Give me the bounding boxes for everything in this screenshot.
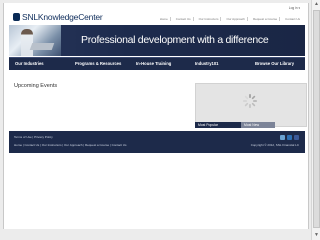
page-frame: SNLKnowledgeCenter Log in▾ Home Contact … bbox=[3, 3, 309, 229]
top-link[interactable]: Request a Course bbox=[251, 17, 281, 21]
top-link[interactable]: Contact Us bbox=[174, 17, 194, 21]
hero-banner: Professional development with a differen… bbox=[9, 25, 305, 56]
twitter-icon[interactable] bbox=[280, 135, 285, 140]
scrollbar-thumb[interactable] bbox=[313, 10, 320, 228]
chevron-down-icon: ▾ bbox=[298, 6, 300, 10]
footer: Terms of Use | Privacy Policy Home | Con… bbox=[9, 131, 305, 153]
nav-item-our-industries[interactable]: Our Industries bbox=[15, 61, 44, 66]
footer-site-links[interactable]: Home | Contact Us | Our Instructors | Ou… bbox=[14, 143, 126, 147]
banner-laptop-image bbox=[29, 43, 55, 50]
logo[interactable]: SNLKnowledgeCenter bbox=[13, 12, 103, 22]
nav-item-in-house-training[interactable]: In-House Training bbox=[136, 61, 171, 66]
top-link[interactable]: Our Approach bbox=[224, 17, 248, 21]
login-link[interactable]: Log in▾ bbox=[289, 6, 300, 10]
linkedin-icon[interactable] bbox=[287, 135, 292, 140]
tab-most-popular[interactable]: Most Popular bbox=[195, 122, 241, 128]
copyright-text: Copyright © 2012, SNL Financial LC bbox=[250, 143, 299, 147]
facebook-icon[interactable] bbox=[294, 135, 299, 140]
banner-photo bbox=[9, 25, 61, 56]
footer-legal-links[interactable]: Terms of Use | Privacy Policy bbox=[14, 135, 53, 139]
tab-most-new[interactable]: Most New bbox=[241, 122, 275, 128]
scroll-down-arrow-icon[interactable]: ▼ bbox=[312, 231, 320, 240]
top-link[interactable]: Our Instructors bbox=[197, 17, 222, 21]
social-links bbox=[280, 135, 299, 140]
logo-text: SNLKnowledgeCenter bbox=[22, 12, 103, 22]
login-label: Log in bbox=[288, 6, 298, 10]
main-nav: Our Industries Programs & Resources In-H… bbox=[9, 57, 305, 70]
banner-tagline: Professional development with a differen… bbox=[81, 34, 269, 46]
upcoming-events-heading: Upcoming Events bbox=[14, 83, 58, 89]
top-link[interactable]: Contact Us bbox=[283, 17, 302, 21]
vertical-scrollbar[interactable]: ▲ ▼ bbox=[311, 0, 320, 240]
nav-item-browse-library[interactable]: Browse Our Library bbox=[255, 61, 294, 66]
logo-mark-icon bbox=[13, 13, 20, 21]
widget-tabs: Most Popular Most New bbox=[195, 122, 307, 128]
nav-item-programs-resources[interactable]: Programs & Resources bbox=[75, 61, 121, 66]
loading-spinner-icon bbox=[243, 94, 257, 108]
nav-item-industry101[interactable]: Industry101 bbox=[195, 61, 219, 66]
course-widget bbox=[195, 83, 307, 127]
top-links: Home Contact Us Our Instructors Our Appr… bbox=[158, 17, 302, 21]
top-link[interactable]: Home bbox=[158, 17, 171, 21]
scroll-up-arrow-icon[interactable]: ▲ bbox=[312, 0, 320, 9]
